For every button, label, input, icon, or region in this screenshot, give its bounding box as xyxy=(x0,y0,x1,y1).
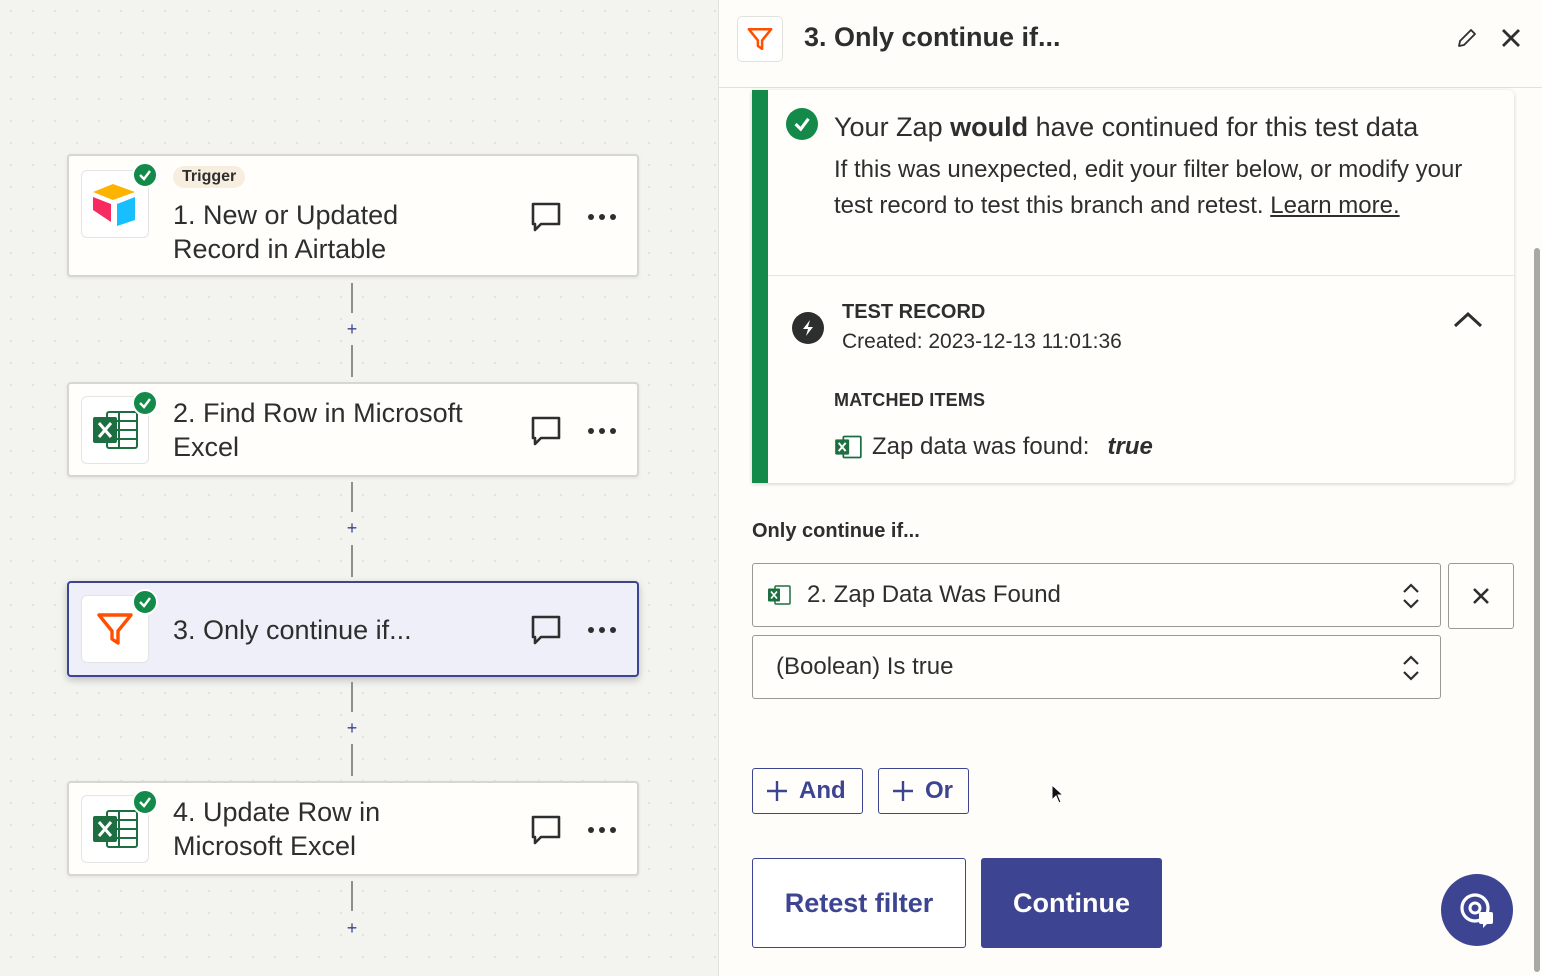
step-card-2[interactable]: 2. Find Row in Microsoft Excel xyxy=(67,382,639,477)
divider xyxy=(768,275,1514,276)
step-title: 4. Update Row in Microsoft Excel xyxy=(173,795,503,863)
step-title-line: Excel xyxy=(173,432,240,462)
updown-arrows-icon xyxy=(1403,655,1419,681)
test-record-label: TEST RECORD xyxy=(842,301,986,323)
plus-icon xyxy=(893,781,913,801)
step-title-line: 1. New or Updated xyxy=(173,200,399,230)
matched-key: Zap data was found: xyxy=(872,433,1090,460)
learn-more-link[interactable]: Learn more. xyxy=(1270,192,1399,219)
condition-select-value: (Boolean) Is true xyxy=(776,653,954,680)
more-options-icon[interactable] xyxy=(587,825,617,835)
connector-line xyxy=(351,482,353,512)
add-or-condition-button[interactable]: Or xyxy=(878,768,969,814)
more-options-icon[interactable] xyxy=(587,426,617,436)
filter-label: Only continue if... xyxy=(752,520,920,542)
close-icon xyxy=(1473,588,1489,604)
result-heading: Your Zap would have continued for this t… xyxy=(834,110,1514,144)
connector-line xyxy=(351,744,353,776)
step-card-1[interactable]: Trigger 1. New or Updated Record in Airt… xyxy=(67,154,639,277)
check-icon xyxy=(132,390,158,416)
remove-condition-button[interactable] xyxy=(1448,563,1514,629)
step-title-line: Record in Airtable xyxy=(173,234,387,264)
connector-line xyxy=(351,345,353,377)
scrollbar[interactable] xyxy=(1534,248,1540,972)
trigger-badge: Trigger xyxy=(173,166,246,188)
help-chat-button[interactable] xyxy=(1441,874,1513,946)
mouse-cursor-icon xyxy=(1051,784,1065,804)
close-icon[interactable] xyxy=(1499,26,1523,50)
check-circle-icon xyxy=(786,108,818,140)
filter-icon xyxy=(737,16,783,62)
connector-line xyxy=(351,545,353,577)
test-result-card: Your Zap would have continued for this t… xyxy=(752,90,1514,483)
continue-button[interactable]: Continue xyxy=(981,858,1162,948)
plus-icon xyxy=(767,781,787,801)
comment-icon[interactable] xyxy=(529,613,563,647)
step-card-4[interactable]: 4. Update Row in Microsoft Excel xyxy=(67,781,639,876)
field-select[interactable]: 2. Zap Data Was Found xyxy=(752,563,1441,627)
step-title-line: 3. Only continue if... xyxy=(173,615,412,645)
add-step-button[interactable]: + xyxy=(344,519,360,537)
condition-select[interactable]: (Boolean) Is true xyxy=(752,635,1441,699)
panel-title: 3. Only continue if... xyxy=(804,22,1061,52)
step-title: 3. Only continue if... xyxy=(173,613,503,647)
result-description: If this was unexpected, edit your filter… xyxy=(834,152,1494,224)
zap-canvas[interactable]: Trigger 1. New or Updated Record in Airt… xyxy=(0,0,718,976)
excel-icon xyxy=(768,585,791,605)
chevron-up-icon[interactable] xyxy=(1452,308,1484,332)
excel-icon xyxy=(835,435,862,459)
add-step-button[interactable]: + xyxy=(344,320,360,338)
more-options-icon[interactable] xyxy=(587,212,617,222)
add-step-button[interactable]: + xyxy=(344,919,360,937)
heading-text: have continued for this test data xyxy=(1028,112,1419,142)
bolt-icon xyxy=(792,312,824,344)
matched-item: Zap data was found: true xyxy=(834,432,1153,462)
step-title-line: 4. Update Row in xyxy=(173,797,381,827)
or-label: Or xyxy=(925,777,954,804)
comment-icon[interactable] xyxy=(529,414,563,448)
step-title-line: 2. Find Row in Microsoft xyxy=(173,398,463,428)
step-title: 1. New or Updated Record in Airtable xyxy=(173,198,503,266)
panel-header: 3. Only continue if... xyxy=(719,0,1542,88)
heading-text: Your Zap xyxy=(834,112,951,142)
more-options-icon[interactable] xyxy=(587,625,617,635)
help-chat-icon xyxy=(1460,893,1493,928)
field-select-value: 2. Zap Data Was Found xyxy=(807,581,1061,608)
add-and-condition-button[interactable]: And xyxy=(752,768,863,814)
updown-arrows-icon xyxy=(1403,583,1419,609)
comment-icon[interactable] xyxy=(529,200,563,234)
check-icon xyxy=(132,162,158,188)
connector-line xyxy=(351,881,353,911)
connector-line xyxy=(351,283,353,313)
retest-filter-button[interactable]: Retest filter xyxy=(752,858,966,948)
test-record-created: Created: 2023-12-13 11:01:36 xyxy=(842,330,1122,353)
check-icon xyxy=(132,589,158,615)
comment-icon[interactable] xyxy=(529,813,563,847)
step-editor-panel: 3. Only continue if... Your Zap would ha… xyxy=(718,0,1542,976)
matched-value: true xyxy=(1107,433,1153,460)
pencil-icon[interactable] xyxy=(1455,26,1479,50)
matched-items-label: MATCHED ITEMS xyxy=(834,390,986,410)
step-title: 2. Find Row in Microsoft Excel xyxy=(173,396,513,464)
and-label: And xyxy=(799,777,846,804)
step-title-line: Microsoft Excel xyxy=(173,831,357,861)
heading-emphasis: would xyxy=(950,112,1029,142)
connector-line xyxy=(351,682,353,712)
add-step-button[interactable]: + xyxy=(344,719,360,737)
check-icon xyxy=(132,789,158,815)
step-card-3[interactable]: 3. Only continue if... xyxy=(67,581,639,677)
